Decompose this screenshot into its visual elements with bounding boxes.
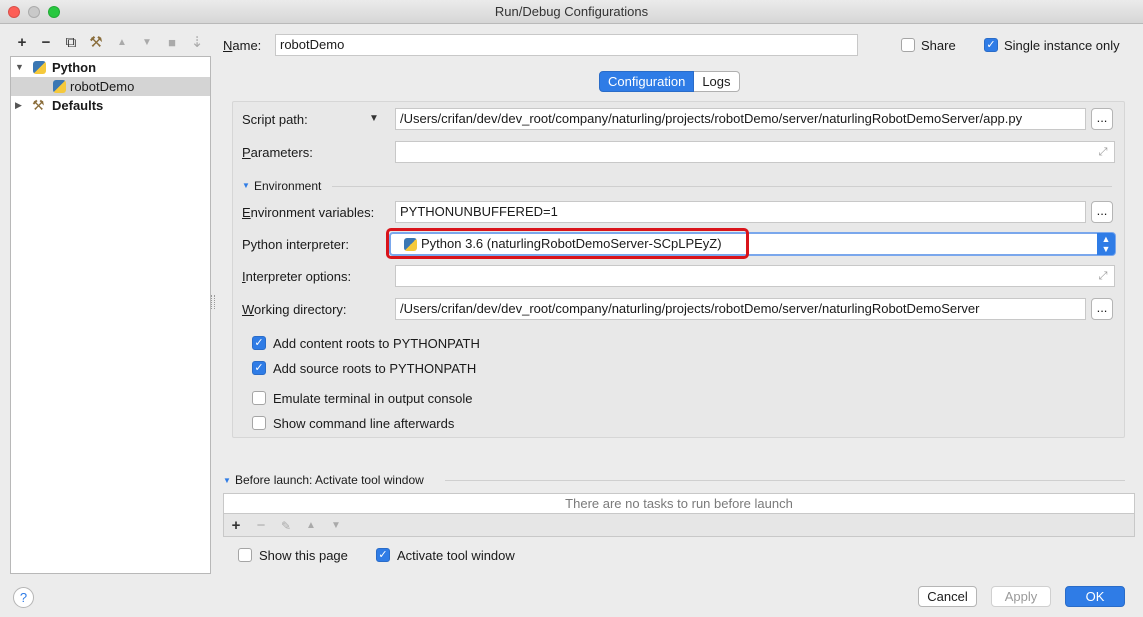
browse-script-button[interactable]: ... (1091, 108, 1113, 130)
working-dir-input[interactable]: /Users/crifan/dev/dev_root/company/natur… (395, 298, 1086, 320)
expand-field-icon[interactable]: ⤢ (1096, 145, 1110, 159)
copy-configuration-icon[interactable]: ⧉ (62, 34, 80, 52)
highlight-annotation (386, 228, 749, 259)
browse-working-dir-button[interactable]: ... (1091, 298, 1113, 320)
wrench-icon: ⚒ (32, 97, 45, 113)
tab-configuration[interactable]: Configuration (599, 71, 695, 92)
before-launch-tasks-list[interactable]: There are no tasks to run before launch (223, 493, 1135, 514)
interp-options-input[interactable] (395, 265, 1115, 287)
interp-options-label: Interpreter options: (242, 269, 352, 284)
tree-item-python[interactable]: ▼ Python (11, 58, 210, 77)
activate-tool-window-checkbox[interactable]: ✓ (376, 548, 390, 562)
section-divider (445, 480, 1125, 481)
before-launch-toolbar (223, 514, 1135, 537)
tree-item-label: Python (52, 60, 97, 75)
env-vars-label: Environment variables: (242, 205, 375, 220)
show-page-checkbox[interactable] (238, 548, 252, 562)
expand-arrow-icon[interactable]: ▼ (15, 58, 24, 77)
show-command-line-label: Show command line afterwards (273, 416, 455, 431)
add-task-icon[interactable]: + (227, 517, 245, 535)
tree-item-label: robotDemo (70, 79, 135, 94)
configuration-tree[interactable]: ▼ Python robotDemo ▶ ⚒ Defaults (10, 56, 211, 574)
wrench-icon[interactable]: ⚒ (87, 34, 105, 52)
apply-button[interactable]: Apply (991, 586, 1051, 607)
python-icon (53, 80, 66, 93)
tab-bar: Configuration Logs (599, 71, 740, 92)
content-roots-label: Add content roots to PYTHONPATH (273, 336, 480, 351)
tab-logs[interactable]: Logs (694, 71, 740, 92)
splitter-handle[interactable] (211, 295, 215, 309)
show-command-line-checkbox[interactable] (252, 416, 266, 430)
show-page-label: Show this page (259, 548, 348, 563)
expand-field-icon[interactable]: ⤢ (1096, 269, 1110, 283)
share-checkbox[interactable] (901, 38, 915, 52)
before-launch-title: Before launch: Activate tool window (235, 473, 424, 487)
script-type-dropdown-icon[interactable]: ▼ (369, 113, 379, 124)
folder-icon[interactable]: ■ (163, 34, 181, 52)
single-instance-label: Single instance only (1004, 38, 1120, 53)
sort-icon[interactable]: ⇣ (188, 34, 206, 52)
move-task-down-icon[interactable]: ▼ (327, 517, 345, 535)
before-launch-collapse-icon[interactable]: ▼ (223, 476, 231, 485)
working-dir-label: Working directory: (242, 302, 347, 317)
interpreter-label: Python interpreter: (242, 237, 349, 252)
env-vars-input[interactable]: PYTHONUNBUFFERED=1 (395, 201, 1086, 223)
emulate-terminal-checkbox[interactable] (252, 391, 266, 405)
activate-tool-window-label: Activate tool window (397, 548, 515, 563)
tree-item-label: Defaults (52, 98, 104, 113)
source-roots-checkbox[interactable]: ✓ (252, 361, 266, 375)
source-roots-label: Add source roots to PYTHONPATH (273, 361, 477, 376)
collapse-arrow-icon[interactable]: ▶ (15, 96, 22, 115)
content-roots-checkbox[interactable]: ✓ (252, 336, 266, 350)
window-title: Run/Debug Configurations (494, 4, 649, 19)
remove-task-icon[interactable]: − (252, 517, 270, 535)
move-up-icon[interactable]: ▲ (113, 34, 131, 52)
move-task-up-icon[interactable]: ▲ (302, 517, 320, 535)
add-configuration-icon[interactable]: + (13, 34, 31, 52)
move-down-icon[interactable]: ▼ (138, 34, 156, 52)
parameters-label: Parameters: (242, 145, 313, 160)
tree-item-defaults[interactable]: ▶ ⚒ Defaults (11, 96, 210, 115)
section-collapse-icon[interactable]: ▼ (242, 181, 250, 190)
environment-section-label: Environment (254, 179, 322, 193)
name-input[interactable]: robotDemo (275, 34, 858, 56)
name-label: Name: (223, 38, 262, 53)
tree-item-robotdemo[interactable]: robotDemo (11, 77, 210, 96)
edit-task-icon[interactable]: ✎ (277, 517, 295, 535)
python-icon (33, 61, 46, 74)
script-path-label: Script path: (242, 112, 308, 127)
remove-configuration-icon[interactable]: − (37, 34, 55, 52)
chevron-updown-icon[interactable]: ▲ ▼ (1097, 233, 1115, 255)
edit-env-vars-button[interactable]: ... (1091, 201, 1113, 223)
parameters-input[interactable] (395, 141, 1115, 163)
section-divider (332, 186, 1112, 187)
help-button[interactable]: ? (13, 587, 34, 608)
cancel-button[interactable]: Cancel (918, 586, 977, 607)
script-path-input[interactable]: /Users/crifan/dev/dev_root/company/natur… (395, 108, 1086, 130)
single-instance-checkbox[interactable]: ✓ (984, 38, 998, 52)
ok-button[interactable]: OK (1065, 586, 1125, 607)
share-label: Share (921, 38, 956, 53)
emulate-terminal-label: Emulate terminal in output console (273, 391, 473, 406)
